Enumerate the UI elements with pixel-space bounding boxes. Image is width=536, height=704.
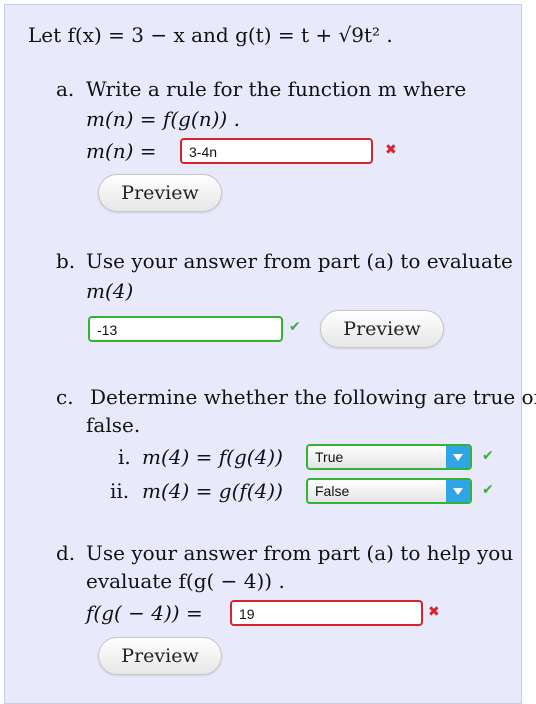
x-mark-icon: ✖ xyxy=(385,142,397,158)
check-mark-icon: ✔ xyxy=(482,482,494,498)
item-ii-selected-value: False xyxy=(315,483,350,499)
item-i-select[interactable]: True xyxy=(306,444,472,470)
x-mark-icon: ✖ xyxy=(428,604,440,620)
part-b-expression: m(4) xyxy=(86,279,134,303)
part-d-prompt-cont: evaluate f(g( − 4)) . xyxy=(86,569,285,593)
part-d-preview-button[interactable]: Preview xyxy=(98,637,222,675)
item-i-expression: m(4) = f(g(4)) xyxy=(142,445,283,469)
question-panel xyxy=(4,4,522,704)
part-b-answer-input[interactable]: -13 xyxy=(88,316,283,342)
item-i-selected-value: True xyxy=(315,449,344,465)
part-c-label: c. xyxy=(56,385,74,409)
part-d-answer-input[interactable]: 19 xyxy=(230,600,423,626)
part-b-preview-button[interactable]: Preview xyxy=(320,310,444,348)
part-c-prompt: Determine whether the following are true… xyxy=(90,385,536,409)
problem-intro: Let f(x) = 3 − x and g(t) = t + √9t² . xyxy=(28,23,393,47)
part-a-label: a. xyxy=(56,77,75,101)
part-d-answer-label: f(g( − 4)) = xyxy=(86,601,203,625)
part-b-prompt: Use your answer from part (a) to evaluat… xyxy=(86,249,513,273)
check-mark-icon: ✔ xyxy=(289,319,301,335)
part-a-answer-label: m(n) = xyxy=(86,139,157,163)
item-ii-expression: m(4) = g(f(4)) xyxy=(142,479,283,503)
part-a-preview-button[interactable]: Preview xyxy=(98,174,222,212)
part-d-prompt: Use your answer from part (a) to help yo… xyxy=(86,541,514,565)
part-c-prompt-cont: false. xyxy=(86,413,141,437)
part-a-rule: m(n) = f(g(n)) . xyxy=(86,107,240,131)
part-d-label: d. xyxy=(56,541,76,565)
part-a-prompt: Write a rule for the function m where xyxy=(86,77,467,101)
item-ii-roman: ii. xyxy=(110,479,130,503)
part-b-label: b. xyxy=(56,249,76,273)
chevron-down-icon[interactable] xyxy=(446,446,470,468)
chevron-down-icon[interactable] xyxy=(446,480,470,502)
item-ii-select[interactable]: False xyxy=(306,478,472,504)
item-i-roman: i. xyxy=(118,445,131,469)
check-mark-icon: ✔ xyxy=(482,448,494,464)
part-a-answer-input[interactable]: 3-4n xyxy=(180,138,373,164)
